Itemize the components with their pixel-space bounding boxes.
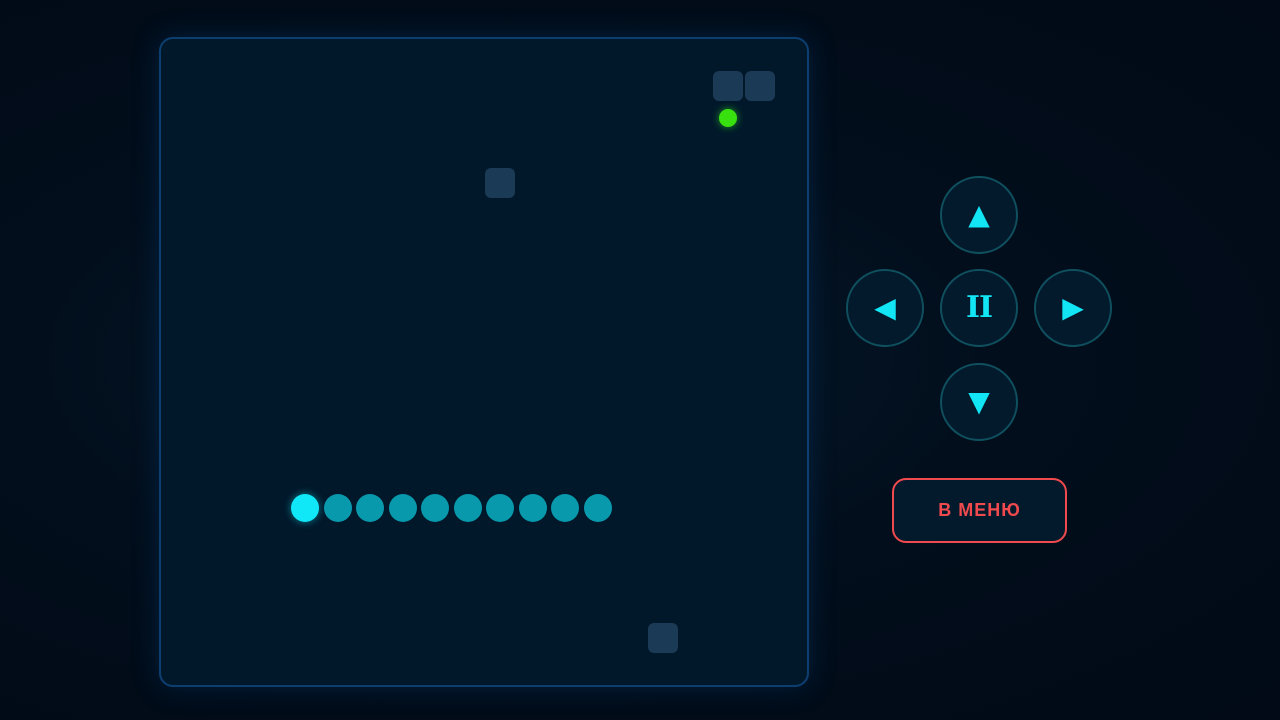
- snake-segment: [323, 494, 352, 523]
- food-pellet: [718, 109, 737, 128]
- menu-button[interactable]: В МЕНЮ: [892, 478, 1067, 543]
- snake-head: [291, 494, 320, 523]
- right-button[interactable]: ▶: [1034, 269, 1112, 347]
- snake-segment: [388, 494, 417, 523]
- snake-segment: [583, 494, 612, 523]
- snake-segment: [453, 494, 482, 523]
- obstacle-block: [647, 623, 678, 654]
- snake-segment: [551, 494, 580, 523]
- down-button[interactable]: ▼: [940, 363, 1018, 441]
- pause-button[interactable]: II: [940, 269, 1018, 347]
- arrow-right-icon: ▶: [1062, 291, 1084, 324]
- obstacle-block: [712, 70, 743, 101]
- arrow-down-icon: ▼: [968, 385, 990, 418]
- snake-segment: [356, 494, 385, 523]
- pause-icon: II: [965, 290, 993, 325]
- arrow-left-icon: ◀: [874, 291, 896, 324]
- up-button[interactable]: ▲: [940, 176, 1018, 254]
- arrow-up-icon: ▲: [968, 198, 990, 231]
- game-board: [159, 37, 809, 687]
- obstacle-block: [745, 70, 776, 101]
- snake-segment: [486, 494, 515, 523]
- left-button[interactable]: ◀: [846, 269, 924, 347]
- obstacle-block: [485, 168, 516, 199]
- menu-button-label: В МЕНЮ: [938, 500, 1021, 520]
- snake-segment: [518, 494, 547, 523]
- snake-segment: [421, 494, 450, 523]
- game-screen: ▲ ◀ II ▶ ▼ В МЕНЮ: [0, 0, 1280, 720]
